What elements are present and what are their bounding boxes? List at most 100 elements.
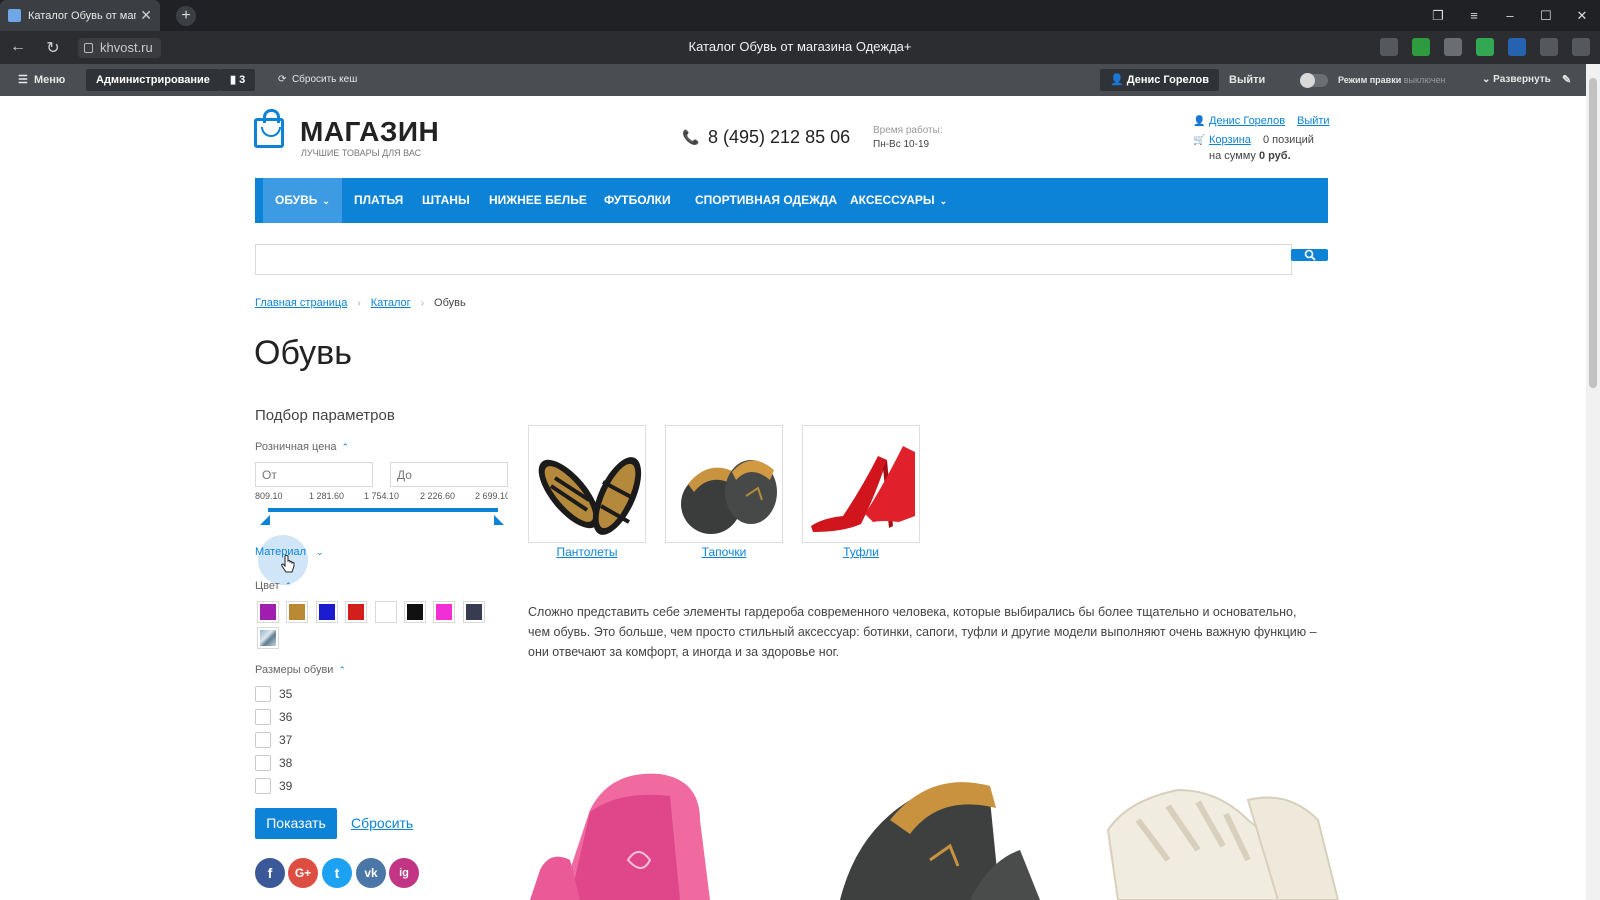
bookmark-icon[interactable] <box>1380 38 1398 56</box>
color-swatch-black[interactable] <box>404 601 426 623</box>
twitter-icon[interactable]: t <box>322 858 352 888</box>
edit-mode-toggle[interactable] <box>1300 73 1328 88</box>
subcategory-link-tapochki[interactable]: Тапочки <box>665 545 783 559</box>
price-slider-track[interactable] <box>268 508 498 512</box>
nav-item-underwear[interactable]: НИЖНЕЕ БЕЛЬЕ <box>477 178 599 223</box>
size-option[interactable]: 37 <box>255 732 292 748</box>
scroll-thumb[interactable] <box>1589 78 1597 388</box>
color-swatch-pattern[interactable] <box>257 627 279 649</box>
phone-number[interactable]: 8 (495) 212 85 06 <box>708 127 850 148</box>
tab-close-icon[interactable]: ✕ <box>140 7 152 24</box>
subcategory-image-tapochki[interactable] <box>665 425 783 543</box>
nav-item-dresses[interactable]: ПЛАТЬЯ <box>342 178 415 223</box>
chevron-down-icon: ⌄ <box>316 547 324 557</box>
admin-user-button[interactable]: 👤 Денис Горелов <box>1100 69 1220 91</box>
collections-icon[interactable] <box>1540 38 1558 56</box>
pin-icon[interactable]: ✎ <box>1562 64 1571 96</box>
admin-notifications-button[interactable]: ▮ 3 <box>220 69 256 91</box>
search-input[interactable] <box>255 244 1292 275</box>
nav-item-sportswear[interactable]: СПОРТИВНАЯ ОДЕЖДА <box>683 178 849 223</box>
site-favicon-icon <box>8 9 21 22</box>
subcategory-link-pantolety[interactable]: Пантолеты <box>528 545 646 559</box>
admin-logout-button[interactable]: Выйти <box>1229 64 1265 96</box>
size-checkbox[interactable] <box>255 709 271 725</box>
size-checkbox[interactable] <box>255 755 271 771</box>
size-option[interactable]: 38 <box>255 755 292 771</box>
cart-sum: на сумму 0 руб. <box>1209 150 1291 162</box>
product-card-image-white-sandals[interactable] <box>1098 750 1358 900</box>
browser-tab[interactable]: Каталог Обувь от магазина Одежда+ ✕ <box>0 0 160 31</box>
downloads-icon[interactable] <box>1572 38 1590 56</box>
window-page-title: Каталог Обувь от магазина Одежда+ <box>688 39 912 54</box>
size-checkbox[interactable] <box>255 732 271 748</box>
extension-blue-icon[interactable] <box>1508 38 1526 56</box>
admin-menu-button[interactable]: ☰ Меню <box>18 64 65 96</box>
url-field[interactable]: khvost.ru <box>78 38 161 58</box>
extension-green-icon[interactable] <box>1412 38 1430 56</box>
chevron-up-icon: ⌃ <box>338 665 346 675</box>
minimize-icon[interactable]: – <box>1492 8 1528 23</box>
color-swatch-dark-blue[interactable] <box>463 601 485 623</box>
logo-name[interactable]: МАГАЗИН <box>300 116 439 148</box>
cart-count: 0 позиций <box>1263 134 1314 146</box>
instagram-icon[interactable]: ig <box>389 858 419 888</box>
extension-rp-icon[interactable] <box>1444 38 1462 56</box>
product-card-image-slippers[interactable] <box>820 750 1080 900</box>
header-logout-link[interactable]: Выйти <box>1297 115 1330 127</box>
admin-administration-button[interactable]: Администрирование <box>86 69 220 91</box>
price-tick: 1 281.60 <box>309 491 345 501</box>
subcategory-image-pantolety[interactable] <box>528 425 646 543</box>
color-filter-header[interactable]: Цвет ⌃ <box>255 580 292 592</box>
nav-item-shoes[interactable]: ОБУВЬ ⌄ <box>263 178 342 223</box>
size-option[interactable]: 36 <box>255 709 292 725</box>
facebook-icon[interactable]: f <box>255 858 285 888</box>
close-window-icon[interactable]: ✕ <box>1564 8 1600 24</box>
sizes-filter-header[interactable]: Размеры обуви ⌃ <box>255 664 346 676</box>
size-option[interactable]: 35 <box>255 686 292 702</box>
price-slider-max-handle[interactable] <box>494 515 504 525</box>
color-swatch-white[interactable] <box>375 601 397 623</box>
price-to-input[interactable] <box>390 462 508 487</box>
size-checkbox[interactable] <box>255 778 271 794</box>
color-swatch-pink[interactable] <box>433 601 455 623</box>
browser-menu-icon[interactable]: ≡ <box>1456 8 1492 23</box>
clear-cache-button[interactable]: ⟳ Сбросить кеш <box>278 64 357 96</box>
back-icon[interactable]: ← <box>8 38 28 56</box>
header-user-link[interactable]: Денис Горелов <box>1209 115 1285 127</box>
subcategory-image-tufli[interactable] <box>802 425 920 543</box>
shopping-bag-logo-icon[interactable] <box>254 109 284 148</box>
google-plus-icon[interactable]: G+ <box>288 858 318 888</box>
sandals-image <box>529 426 645 542</box>
color-swatch-blue[interactable] <box>316 601 338 623</box>
new-tab-button[interactable]: + <box>176 6 196 26</box>
reset-link[interactable]: Сбросить <box>351 815 413 831</box>
expand-button[interactable]: ⌄ Развернуть <box>1482 64 1551 96</box>
color-swatch-red[interactable] <box>345 601 367 623</box>
breadcrumb-home[interactable]: Главная страница <box>255 297 347 309</box>
price-from-input[interactable] <box>255 462 373 487</box>
vk-icon[interactable]: vk <box>356 858 386 888</box>
product-card-image-pink-slippers[interactable] <box>530 750 790 900</box>
price-filter-header[interactable]: Розничная цена ⌃ <box>255 441 349 453</box>
cart-link[interactable]: Корзина <box>1209 134 1251 146</box>
shield-icon[interactable] <box>1476 38 1494 56</box>
bookmarks-panel-icon[interactable]: ❐ <box>1420 8 1456 24</box>
nav-item-pants[interactable]: ШТАНЫ <box>410 178 482 223</box>
breadcrumb-catalog[interactable]: Каталог <box>371 297 411 309</box>
size-option[interactable]: 39 <box>255 778 292 794</box>
color-swatch-brown[interactable] <box>286 601 308 623</box>
price-slider-min-handle[interactable] <box>260 515 270 525</box>
main-navigation: ОБУВЬ ⌄ ПЛАТЬЯ ШТАНЫ НИЖНЕЕ БЕЛЬЕ ФУТБОЛК… <box>255 178 1328 223</box>
show-button[interactable]: Показать <box>255 808 337 839</box>
nav-item-tshirts[interactable]: ФУТБОЛКИ <box>592 178 683 223</box>
search-button[interactable] <box>1291 249 1328 261</box>
white-sandals-image <box>1098 750 1358 900</box>
reload-icon[interactable]: ↻ <box>43 38 63 58</box>
nav-item-accessories[interactable]: АКСЕССУАРЫ ⌄ <box>838 178 959 223</box>
color-swatch-purple[interactable] <box>257 601 279 623</box>
hand-cursor-icon <box>281 555 295 573</box>
subcategory-link-tufli[interactable]: Туфли <box>802 545 920 559</box>
page-scrollbar[interactable] <box>1586 64 1600 900</box>
maximize-icon[interactable]: ☐ <box>1528 8 1564 24</box>
size-checkbox[interactable] <box>255 686 271 702</box>
